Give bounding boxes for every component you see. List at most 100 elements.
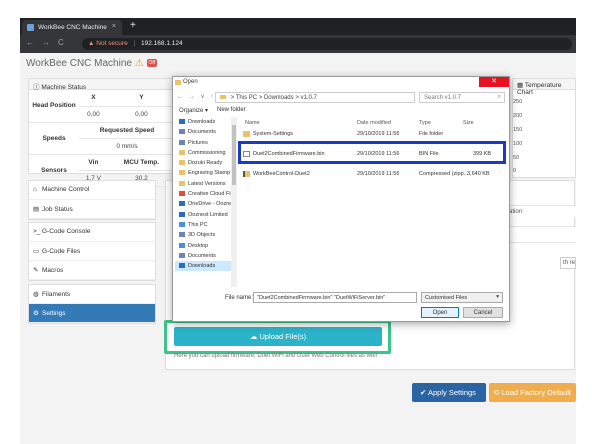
tree-item[interactable]: Engraving Stamp [175, 168, 232, 178]
open-button[interactable]: Open [421, 307, 459, 318]
tree-item-label: OneDrive - Ooznes [188, 201, 233, 208]
nav-settings[interactable]: ⚙ Settings [29, 304, 155, 323]
chart-icon: ▦ [517, 82, 525, 89]
app-title-text: WorkBee CNC Machine [26, 58, 132, 69]
nav-gcode-files[interactable]: ▭ G-Code Files [29, 242, 155, 261]
folder-icon [243, 131, 250, 137]
file-name-input[interactable]: "Duet2CombinedFirmware.bin" "DuetWiFiSer… [253, 292, 417, 303]
nav-macros[interactable]: ✎ Macros [29, 261, 155, 280]
breadcrumb-this-pc[interactable]: This PC [236, 95, 257, 101]
tree-item[interactable]: Creative Cloud Fil [175, 189, 232, 199]
tree-scrollbar[interactable] [231, 117, 237, 287]
new-folder-button[interactable]: New folder [217, 107, 246, 113]
new-tab-icon[interactable]: + [130, 20, 136, 31]
chart-tick: 0 [513, 168, 517, 174]
file-row[interactable]: System-Settings 29/10/2019 11:56 File fo… [239, 126, 507, 142]
search-icon: ⌕ [497, 94, 501, 100]
nav-machine-control[interactable]: ⌂ Machine Control [29, 181, 155, 200]
nav-arrows-icon[interactable]: ← → ∨ ↑ [177, 93, 215, 100]
warning-icon: ⚠ [134, 58, 144, 69]
folder-icon [179, 170, 185, 176]
breadcrumb[interactable]: > This PC > Downloads > v1.0.7 [215, 92, 415, 103]
tree-item[interactable]: OneDrive - Ooznes [175, 199, 232, 209]
tree-item-label: 3D Objects [188, 232, 216, 239]
url-field[interactable]: ▲ Not secure | 192.168.1.124 [82, 38, 572, 50]
chevron-down-icon: ▾ [496, 294, 499, 300]
machine-status-panel: ⓘ Machine Status Head Position X Y 0.00 … [28, 78, 176, 187]
head-position-x: 0.00 [79, 106, 108, 123]
chart-tick: 200 [513, 113, 523, 119]
dialog-toolbar: Organize ▾ New folder [175, 106, 509, 116]
apply-settings-button[interactable]: ✔ Apply Settings [412, 383, 486, 402]
tree-item[interactable]: Commissioning [175, 148, 232, 158]
tree-item[interactable]: Downloads [175, 117, 232, 127]
print-icon: ▤ [33, 206, 40, 213]
tree-item[interactable]: Desktop [175, 241, 232, 251]
breadcrumb-separator: > [230, 95, 235, 101]
tree-item[interactable]: Dozuki Ready [175, 158, 232, 168]
bg-input: th re [560, 257, 576, 269]
tree-item-label: Commissioning [188, 149, 226, 156]
gear-icon: ⚙ [33, 310, 39, 317]
load-factory-defaults-button[interactable]: ⟲ Load Factory Default [489, 383, 576, 402]
tree-item[interactable]: Latest Versions [175, 179, 232, 189]
axis-y-label: Y [107, 90, 175, 107]
wrench-icon: ✎ [33, 267, 39, 274]
file-type: File folder [419, 131, 444, 137]
cube-icon [179, 232, 185, 238]
nav-label: G-Code Console [42, 228, 91, 235]
head-position-y: 0.00 [107, 106, 175, 123]
forward-icon[interactable]: → [42, 38, 50, 47]
address-bar: ← → C ▲ Not secure | 192.168.1.124 [20, 35, 576, 53]
folder-icon [220, 95, 226, 99]
scrollbar-thumb[interactable] [232, 125, 236, 185]
pictures-icon [179, 139, 185, 145]
file-date: 29/10/2019 11:56 [357, 171, 400, 177]
breadcrumb-downloads[interactable]: Downloads [264, 95, 294, 101]
tree-item[interactable]: Pictures [175, 138, 232, 148]
search-input[interactable]: Search v1.0.7 ⌕ [419, 92, 505, 103]
chart-tick: 150 [513, 127, 523, 133]
reload-icon[interactable]: C [58, 38, 64, 47]
file-name: WorkBeeControl-Duet2 [253, 171, 310, 177]
file-type-select[interactable]: Customised Files ▾ [421, 292, 503, 303]
chart-tick: 100 [513, 141, 523, 147]
file-row[interactable]: WorkBeeControl-Duet2 29/10/2019 11:56 Co… [239, 166, 507, 182]
security-warning-icon: ▲ [88, 40, 95, 47]
tree-item-label: Documents [188, 129, 216, 136]
file-name: System-Settings [253, 131, 294, 137]
download-icon [179, 263, 185, 269]
close-icon[interactable]: ✕ [479, 77, 509, 87]
chart-tick: 50 [513, 155, 520, 161]
cancel-button[interactable]: Cancel [463, 307, 503, 318]
nav-gcode-console[interactable]: >_ G-Code Console [29, 223, 155, 242]
nav-group-settings: ◍ Filaments ⚙ Settings [28, 284, 156, 324]
highlight-box-blue [238, 141, 506, 164]
file-size: 3,640 KB [467, 171, 490, 177]
disk-icon: ▭ [33, 248, 40, 255]
tree-item[interactable]: Documents [175, 251, 232, 261]
tab-close-icon[interactable]: × [112, 23, 116, 30]
folder-icon [179, 180, 185, 186]
nav-job-status[interactable]: ▤ Job Status [29, 200, 155, 219]
browser-tab[interactable]: WorkBee CNC Machine × [22, 20, 122, 35]
file-type: Compressed (zipp... [419, 171, 469, 177]
file-open-dialog: Open ✕ ← → ∨ ↑ > This PC > Downloads > v… [172, 76, 510, 322]
tree-item-label: Downloads [188, 119, 216, 125]
nav-filaments[interactable]: ◍ Filaments [29, 285, 155, 304]
documents-icon [179, 129, 185, 135]
tree-item[interactable]: This PC [175, 220, 232, 230]
filament-icon: ◍ [33, 291, 39, 298]
documents-icon [179, 252, 185, 258]
folder-icon [175, 80, 181, 85]
apply-button-label: Apply Settings [427, 388, 476, 397]
organize-button[interactable]: Organize ▾ [179, 107, 208, 114]
tree-item[interactable]: Downloads [175, 261, 232, 272]
tree-item-label: Creative Cloud Fil [188, 191, 232, 198]
breadcrumb-version[interactable]: v1.0.7 [301, 95, 317, 101]
tree-item[interactable]: Ooznest Limited [175, 210, 232, 220]
tree-item-label: Ooznest Limited [188, 211, 228, 218]
back-icon[interactable]: ← [26, 38, 34, 47]
tree-item[interactable]: Documents [175, 127, 232, 137]
tree-item[interactable]: 3D Objects [175, 230, 232, 240]
